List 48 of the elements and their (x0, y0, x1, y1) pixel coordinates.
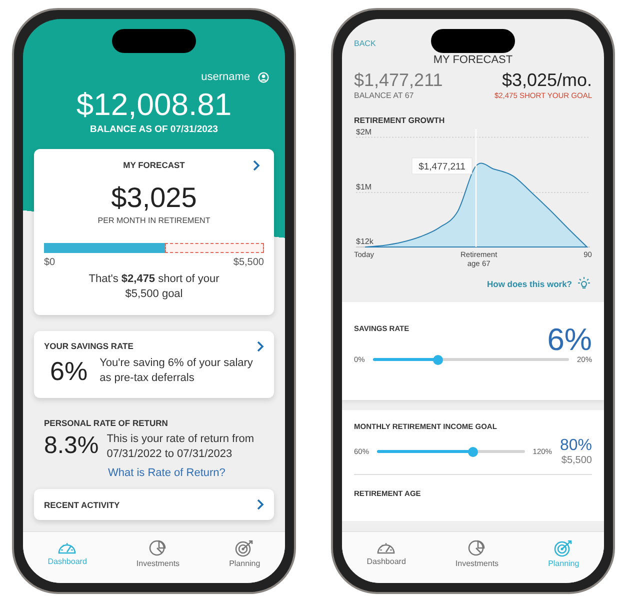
target-icon (554, 539, 574, 557)
tab[interactable]: Investments (455, 539, 499, 568)
recent-activity-card[interactable]: RECENT ACTIVITY (34, 489, 274, 520)
pie-chart-icon (468, 539, 486, 557)
forecast-caption: PER MONTH IN RETIREMENT (96, 216, 212, 225)
slider-thumb[interactable] (432, 354, 443, 364)
tab[interactable]: Planning (229, 539, 260, 568)
y-tick-label: $12k (356, 237, 374, 246)
projected-balance: $1,477,211 (354, 70, 443, 91)
annotation: $1,477,211 (418, 161, 466, 172)
balance-caption: BALANCE AT 67 (354, 91, 415, 100)
balance-caption: BALANCE AS OF 07/31/2023 (89, 124, 219, 135)
chevron-right-icon[interactable] (257, 499, 264, 510)
chevron-right-icon[interactable] (253, 160, 260, 171)
rate-of-return-description: This is your rate of return from 07/31/2022 to 07/31/2023 (106, 432, 256, 462)
card-title: YOUR SAVINGS RATE (44, 341, 134, 352)
help-link[interactable]: How does this work? (486, 279, 572, 289)
forecast-card[interactable]: MY FORECAST $3,025 PER MONTH IN RETIREMENT $0 $5,500 That's $2,475 short of your $5,500 goal (34, 149, 274, 315)
username: username (201, 71, 250, 83)
tab[interactable]: Investments (136, 539, 180, 568)
savings-card[interactable]: YOUR SAVINGS RATE 6% You're saving 6% of your salary as pre-tax deferrals (34, 330, 274, 398)
tab[interactable]: Dashboard (366, 539, 406, 566)
card-title: RECENT ACTIVITY (44, 500, 120, 510)
shortfall-note: That's $2,475 short of your $5,500 goal (88, 272, 220, 302)
card-title: MY FORECAST (123, 160, 185, 170)
y-tick-label: $1M (356, 182, 372, 192)
target-icon (234, 539, 255, 557)
screen-title: MY FORECAST (432, 54, 514, 66)
progress-max-label: $5,500 (233, 257, 264, 268)
value-tooltip: $1,477,211 (412, 158, 472, 174)
section-title: PERSONAL RATE OF RETURN (44, 418, 168, 428)
savings-rate-value: 6% (49, 356, 88, 387)
income-goal-amount: $5,500 (560, 455, 592, 466)
pie-chart-icon (148, 539, 167, 557)
monthly-income: $3,025/mo. (500, 70, 592, 91)
rate-of-return-link[interactable]: What is Rate of Return? (108, 467, 264, 480)
back-link[interactable]: BACK (342, 19, 376, 48)
forecast-amount: $3,025 (110, 182, 198, 214)
savings-description: You're saving 6% of your salary as pre-tax deferrals (100, 356, 254, 386)
rate-of-return-value: 8.3% (44, 432, 99, 460)
chevron-right-icon[interactable] (257, 340, 264, 352)
progress-min-label: $0 (44, 257, 56, 268)
chart-title: RETIREMENT GROWTH (353, 115, 446, 125)
income-goal-percent: 80% (560, 437, 592, 455)
balance-amount: $12,008.81 (75, 87, 233, 123)
user-icon[interactable] (258, 72, 269, 82)
slider-thumb[interactable] (468, 446, 478, 456)
savings-rate-value: 6% (547, 324, 592, 355)
